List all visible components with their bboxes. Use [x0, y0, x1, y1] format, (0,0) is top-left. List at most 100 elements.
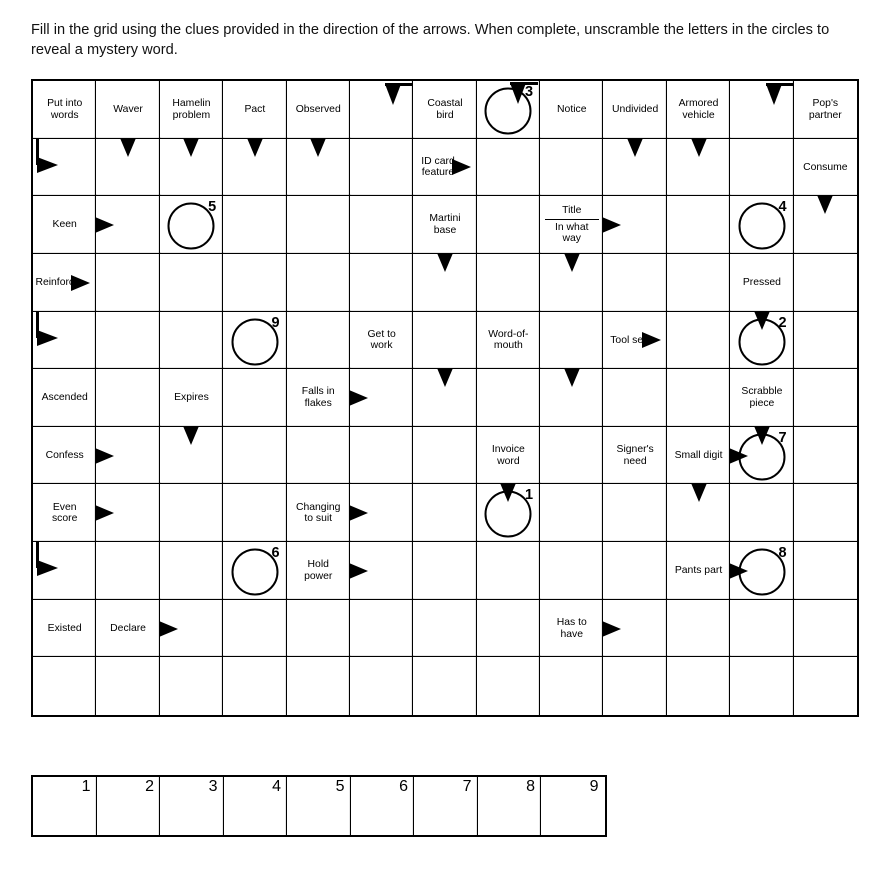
- grid-cell[interactable]: [33, 138, 97, 197]
- grid-cell[interactable]: [476, 542, 541, 600]
- grid-cell[interactable]: [96, 657, 160, 715]
- grid-cell[interactable]: [286, 253, 350, 312]
- grid-cell[interactable]: [349, 253, 414, 312]
- grid-cell[interactable]: [159, 311, 224, 370]
- grid-cell[interactable]: 8: [729, 542, 794, 600]
- grid-cell[interactable]: 6: [223, 542, 287, 600]
- answer-box[interactable]: 3: [160, 777, 224, 835]
- grid-cell[interactable]: [33, 311, 97, 370]
- grid-cell[interactable]: [349, 599, 414, 658]
- grid-cell[interactable]: 2: [730, 310, 794, 370]
- grid-cell[interactable]: [793, 253, 857, 312]
- grid-cell[interactable]: [476, 599, 541, 658]
- grid-cell[interactable]: [95, 196, 160, 254]
- grid-cell[interactable]: [666, 137, 731, 197]
- grid-cell[interactable]: [602, 196, 667, 254]
- grid-cell[interactable]: [286, 196, 350, 254]
- grid-cell[interactable]: [95, 484, 160, 543]
- grid-cell[interactable]: [223, 426, 287, 485]
- grid-cell[interactable]: [603, 657, 667, 715]
- grid-cell[interactable]: [476, 369, 541, 427]
- grid-cell[interactable]: [223, 369, 287, 427]
- grid-cell[interactable]: [413, 484, 477, 543]
- grid-cell[interactable]: [666, 599, 731, 658]
- grid-cell[interactable]: [413, 311, 477, 370]
- grid-cell[interactable]: [96, 253, 160, 312]
- grid-cell[interactable]: [158, 599, 224, 658]
- grid-cell[interactable]: [96, 137, 160, 197]
- grid-cell[interactable]: [540, 368, 604, 427]
- grid-cell[interactable]: [793, 657, 857, 715]
- grid-cell[interactable]: [540, 252, 604, 312]
- grid-cell[interactable]: [159, 137, 224, 197]
- grid-cell[interactable]: [602, 599, 667, 658]
- grid-cell[interactable]: [540, 484, 604, 543]
- answer-box[interactable]: 4: [223, 777, 287, 835]
- grid-cell[interactable]: [540, 426, 604, 485]
- grid-cell[interactable]: [286, 426, 350, 485]
- grid-cell[interactable]: [349, 426, 414, 485]
- grid-cell[interactable]: 1: [476, 483, 541, 543]
- grid-cell[interactable]: [223, 253, 287, 312]
- grid-cell[interactable]: [730, 81, 794, 139]
- grid-cell[interactable]: [540, 542, 604, 600]
- grid-cell[interactable]: 9: [223, 311, 287, 370]
- answer-box[interactable]: 5: [287, 777, 351, 835]
- grid-cell[interactable]: [95, 426, 160, 485]
- grid-cell[interactable]: [286, 599, 350, 658]
- grid-cell[interactable]: [730, 138, 794, 197]
- grid-cell[interactable]: [666, 657, 731, 715]
- grid-cell[interactable]: [159, 253, 224, 312]
- grid-cell[interactable]: [476, 196, 541, 254]
- grid-cell[interactable]: [159, 484, 224, 543]
- grid-cell[interactable]: [603, 369, 667, 427]
- grid-cell[interactable]: [286, 311, 350, 370]
- grid-cell[interactable]: [159, 657, 224, 715]
- grid-cell[interactable]: [730, 599, 794, 658]
- grid-cell[interactable]: [96, 542, 160, 600]
- grid-cell[interactable]: [476, 253, 541, 312]
- grid-cell[interactable]: [413, 368, 477, 427]
- grid-cell[interactable]: [413, 426, 477, 485]
- grid-cell[interactable]: [413, 542, 477, 600]
- grid-cell[interactable]: [666, 311, 731, 370]
- grid-cell[interactable]: [349, 138, 414, 197]
- grid-cell[interactable]: [348, 542, 414, 600]
- grid-cell[interactable]: [730, 657, 794, 715]
- grid-cell[interactable]: [793, 426, 857, 485]
- grid-cell[interactable]: [286, 137, 350, 197]
- grid-cell[interactable]: [793, 599, 857, 658]
- grid-cell[interactable]: [666, 483, 731, 543]
- grid-cell[interactable]: [223, 196, 287, 254]
- grid-cell[interactable]: [793, 542, 857, 600]
- grid-cell[interactable]: [349, 657, 414, 715]
- answer-box[interactable]: 2: [96, 777, 160, 835]
- grid-cell[interactable]: [33, 657, 97, 715]
- grid-cell[interactable]: 7: [729, 425, 794, 485]
- grid-cell[interactable]: [666, 253, 731, 312]
- grid-cell[interactable]: [223, 484, 287, 543]
- grid-cell[interactable]: [666, 196, 731, 254]
- grid-cell[interactable]: [33, 542, 97, 600]
- grid-cell[interactable]: 3: [476, 81, 541, 139]
- grid-cell[interactable]: [603, 542, 667, 600]
- grid-cell[interactable]: [159, 425, 224, 485]
- grid-cell[interactable]: [793, 195, 857, 254]
- grid-cell[interactable]: [223, 599, 287, 658]
- grid-cell[interactable]: [540, 311, 604, 370]
- grid-cell[interactable]: [793, 369, 857, 427]
- grid-cell[interactable]: [413, 252, 477, 312]
- grid-cell[interactable]: [96, 369, 160, 427]
- answer-box[interactable]: 9: [541, 777, 605, 835]
- grid-cell[interactable]: [413, 657, 477, 715]
- grid-cell[interactable]: [730, 484, 794, 543]
- grid-cell[interactable]: [476, 657, 541, 715]
- grid-cell[interactable]: [348, 484, 414, 543]
- grid-cell[interactable]: [96, 311, 160, 370]
- grid-cell[interactable]: [348, 369, 414, 427]
- grid-cell[interactable]: [793, 484, 857, 543]
- grid-cell[interactable]: [286, 657, 350, 715]
- grid-cell[interactable]: [793, 311, 857, 370]
- answer-box[interactable]: 7: [414, 777, 478, 835]
- grid-cell[interactable]: [159, 542, 224, 600]
